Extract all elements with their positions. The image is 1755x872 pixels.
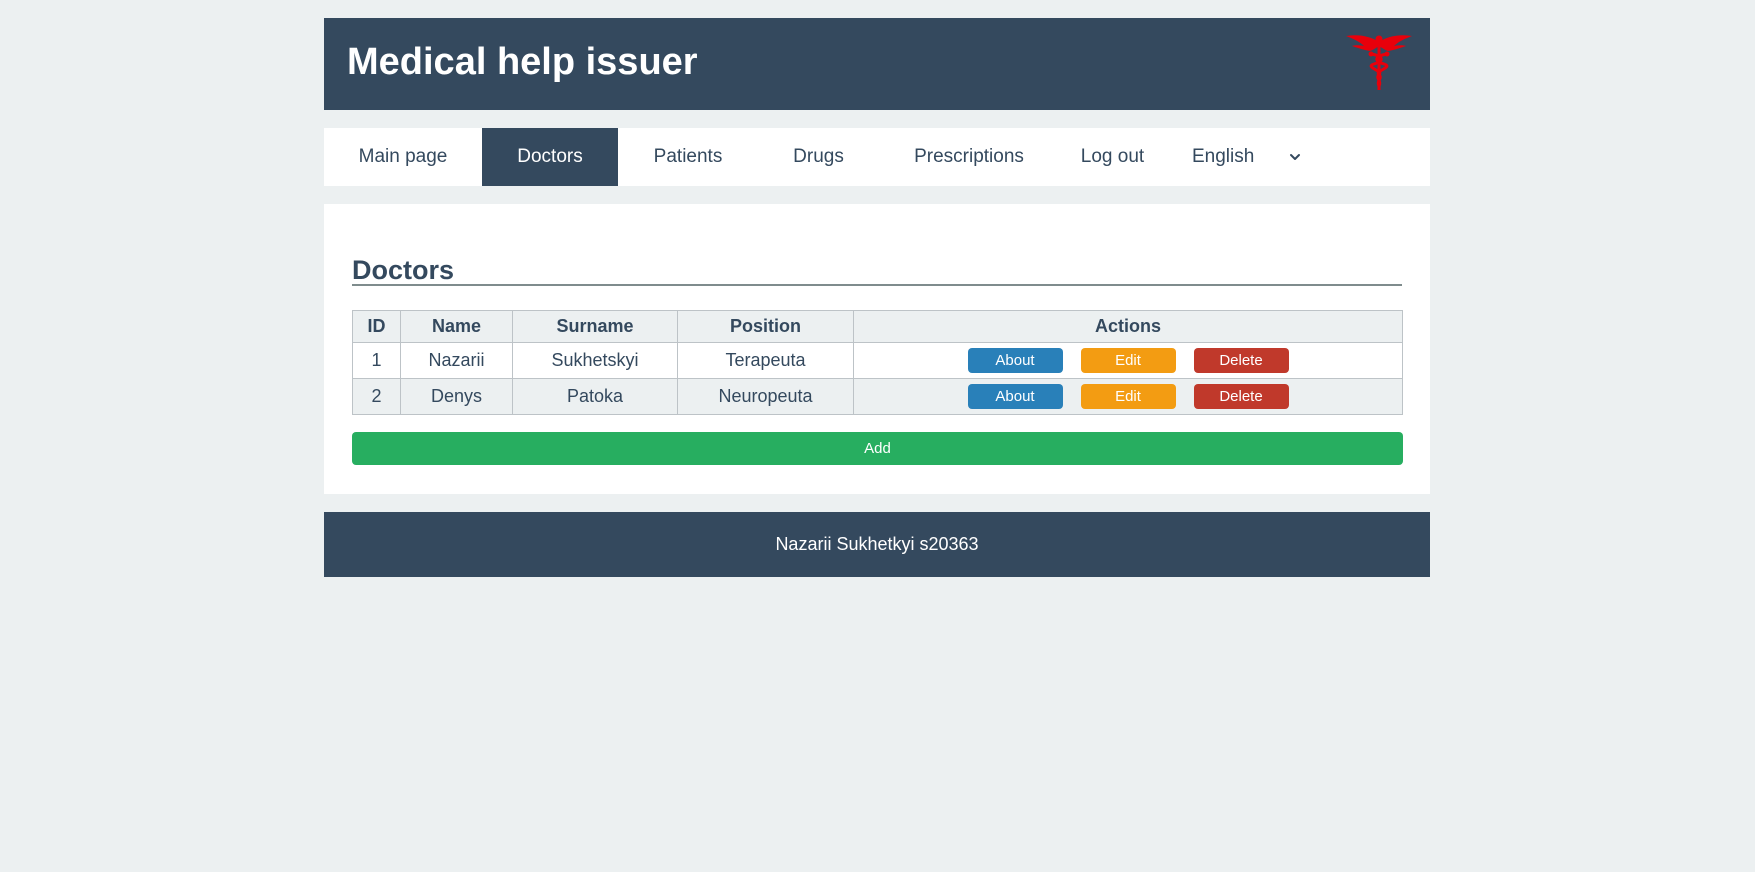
main-content: Doctors ID Name Surname Position Actions… bbox=[324, 204, 1430, 494]
about-button[interactable]: About bbox=[967, 384, 1063, 409]
column-header-position: Position bbox=[677, 310, 854, 343]
site-footer: Nazarii Sukhetkyi s20363 bbox=[324, 512, 1430, 577]
cell-id: 1 bbox=[352, 342, 401, 379]
cell-id: 2 bbox=[352, 378, 401, 415]
edit-button[interactable]: Edit bbox=[1080, 348, 1176, 373]
cell-surname: Patoka bbox=[512, 378, 678, 415]
nav-item-main-page[interactable]: Main page bbox=[324, 128, 482, 186]
column-header-surname: Surname bbox=[512, 310, 678, 343]
nav-item-log-out[interactable]: Log out bbox=[1059, 128, 1166, 186]
add-doctor-button[interactable]: Add bbox=[352, 432, 1403, 465]
language-selected: English bbox=[1192, 146, 1255, 167]
main-nav: Main page Doctors Patients Drugs Prescri… bbox=[324, 128, 1430, 186]
delete-button[interactable]: Delete bbox=[1193, 384, 1289, 409]
nav-item-prescriptions[interactable]: Prescriptions bbox=[879, 128, 1059, 186]
nav-item-doctors[interactable]: Doctors bbox=[482, 128, 618, 186]
nav-item-drugs[interactable]: Drugs bbox=[758, 128, 879, 186]
footer-text: Nazarii Sukhetkyi s20363 bbox=[775, 534, 979, 554]
nav-item-patients[interactable]: Patients bbox=[618, 128, 758, 186]
cell-actions: About Edit Delete bbox=[853, 378, 1403, 415]
cell-surname: Sukhetskyi bbox=[512, 342, 678, 379]
cell-name: Denys bbox=[400, 378, 513, 415]
about-button[interactable]: About bbox=[967, 348, 1063, 373]
caduceus-icon bbox=[1346, 35, 1412, 90]
cell-position: Neuropeuta bbox=[677, 378, 854, 415]
delete-button[interactable]: Delete bbox=[1193, 348, 1289, 373]
page-container: Medical help issuer Main page Doctors Pa… bbox=[324, 18, 1430, 577]
page-title: Doctors bbox=[352, 255, 455, 285]
cell-position: Terapeuta bbox=[677, 342, 854, 379]
column-header-name: Name bbox=[400, 310, 513, 343]
table-header-row: ID Name Surname Position Actions bbox=[352, 310, 1403, 343]
site-title: Medical help issuer bbox=[347, 41, 698, 83]
language-select[interactable]: English bbox=[1166, 128, 1303, 186]
cell-actions: About Edit Delete bbox=[853, 342, 1403, 379]
site-header: Medical help issuer bbox=[324, 18, 1430, 110]
cell-name: Nazarii bbox=[400, 342, 513, 379]
edit-button[interactable]: Edit bbox=[1080, 384, 1176, 409]
column-header-actions: Actions bbox=[853, 310, 1403, 343]
table-row: 2 Denys Patoka Neuropeuta About Edit Del… bbox=[352, 378, 1403, 415]
column-header-id: ID bbox=[352, 310, 401, 343]
title-divider bbox=[352, 284, 1402, 286]
table-row: 1 Nazarii Sukhetskyi Terapeuta About Edi… bbox=[352, 342, 1403, 379]
chevron-down-icon bbox=[1290, 154, 1301, 160]
doctors-table: ID Name Surname Position Actions 1 Nazar… bbox=[352, 310, 1403, 415]
